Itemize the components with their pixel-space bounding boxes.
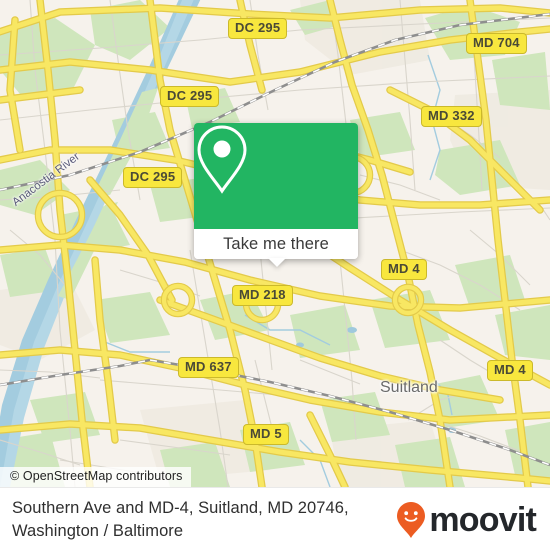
road-shield: MD 704 <box>466 33 527 54</box>
road-shield: MD 218 <box>232 285 293 306</box>
road-shield: DC 295 <box>228 18 288 39</box>
address-line-1: Southern Ave and MD-4, Suitland, MD 2074… <box>12 499 349 517</box>
address-block: Southern Ave and MD-4, Suitland, MD 2074… <box>12 497 402 543</box>
road-shield: MD 4 <box>487 360 533 381</box>
osm-attribution-text: © OpenStreetMap contributors <box>10 469 183 483</box>
location-callout-card[interactable]: Take me there <box>194 123 358 267</box>
take-me-there-label: Take me there <box>223 234 329 253</box>
callout-header <box>194 123 358 229</box>
road-shield: MD 332 <box>421 106 482 127</box>
map-pin-icon <box>197 125 247 194</box>
road-shield: DC 295 <box>160 86 220 107</box>
map-canvas[interactable]: DC 295 MD 704 DC 295 MD 332 DC 295 MD 4 … <box>0 0 550 487</box>
road-shield: MD 5 <box>243 424 289 445</box>
road-shield: DC 295 <box>123 167 183 188</box>
address-line-2: Washington / Baltimore <box>12 522 184 540</box>
place-label-suitland: Suitland <box>380 379 438 396</box>
moovit-pin-icon <box>397 502 426 538</box>
road-shield: MD 4 <box>381 259 427 280</box>
take-me-there-button[interactable]: Take me there <box>194 229 358 259</box>
footer-bar: Southern Ave and MD-4, Suitland, MD 2074… <box>0 487 550 550</box>
osm-attribution[interactable]: © OpenStreetMap contributors <box>0 467 191 487</box>
moovit-logo[interactable]: moovit <box>396 501 537 539</box>
road-shield: MD 637 <box>178 357 239 378</box>
moovit-wordmark: moovit <box>429 501 536 539</box>
map-screenshot: DC 295 MD 704 DC 295 MD 332 DC 295 MD 4 … <box>0 0 550 550</box>
callout-pointer <box>268 258 286 267</box>
